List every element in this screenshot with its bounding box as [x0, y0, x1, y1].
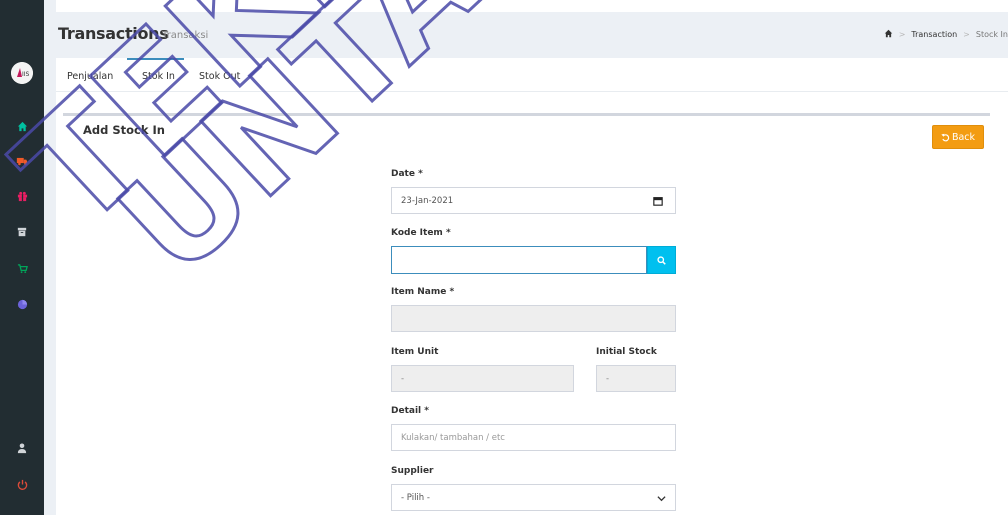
- supplier-selected: - Pilih -: [401, 492, 430, 503]
- item-unit-label: Item Unit: [391, 347, 439, 357]
- breadcrumb: > Transaction > Stock In: [884, 29, 1008, 40]
- kode-item-label: Kode Item *: [391, 228, 451, 238]
- tab-bar: Penjualan Stok In Stok Out: [56, 58, 1008, 92]
- kode-item-input[interactable]: [391, 246, 647, 274]
- cart-icon[interactable]: [14, 260, 30, 276]
- truck-icon[interactable]: [14, 152, 30, 168]
- undo-icon: [941, 133, 950, 141]
- archive-icon[interactable]: [14, 224, 30, 240]
- card-border: [63, 113, 990, 116]
- search-icon: [657, 255, 666, 265]
- card-title: Add Stock In: [83, 123, 165, 137]
- user-icon[interactable]: [14, 440, 30, 456]
- tab-stok-out[interactable]: Stok Out: [199, 71, 240, 82]
- item-name-input: [391, 305, 676, 332]
- content-header: Transactions Transaksi > Transaction > S…: [56, 12, 1008, 58]
- sidebar: IIS: [0, 0, 44, 515]
- detail-label: Detail *: [391, 406, 429, 416]
- breadcrumb-separator: >: [963, 30, 970, 39]
- detail-placeholder: Kulakan/ tambahan / etc: [401, 432, 505, 443]
- search-item-button[interactable]: [647, 246, 676, 274]
- page-title: Transactions: [58, 24, 169, 43]
- home-icon[interactable]: [14, 118, 30, 134]
- active-tab-indicator: [127, 58, 184, 60]
- item-unit-value: -: [401, 373, 405, 384]
- initial-stock-input: -: [596, 365, 676, 392]
- breadcrumb-item-stock-in: Stock In: [975, 30, 1008, 39]
- power-icon[interactable]: [14, 476, 30, 492]
- back-label: Back: [951, 131, 976, 143]
- detail-input[interactable]: Kulakan/ tambahan / etc: [391, 424, 676, 451]
- date-value: 23-Jan-2021: [401, 195, 454, 206]
- pie-chart-icon[interactable]: [14, 296, 30, 312]
- back-button[interactable]: Back: [932, 125, 984, 149]
- calendar-icon[interactable]: [653, 196, 663, 206]
- content-gutter: [44, 0, 56, 515]
- date-input[interactable]: 23-Jan-2021: [391, 187, 676, 214]
- breadcrumb-item-transaction[interactable]: Transaction: [911, 30, 957, 39]
- supplier-label: Supplier: [391, 466, 434, 476]
- breadcrumb-separator: >: [898, 30, 906, 39]
- supplier-select[interactable]: - Pilih -: [391, 484, 676, 511]
- app-logo[interactable]: IIS: [11, 62, 33, 84]
- date-label: Date *: [391, 169, 423, 179]
- logo-text: IIS: [22, 71, 30, 78]
- tab-stok-in[interactable]: Stok In: [142, 71, 175, 82]
- gift-icon[interactable]: [14, 188, 30, 204]
- page-subtitle: Transaksi: [162, 30, 209, 41]
- item-unit-input: -: [391, 365, 574, 392]
- tab-penjualan[interactable]: Penjualan: [67, 71, 113, 82]
- chevron-down-icon: [657, 496, 666, 502]
- logo-icon: IIS: [11, 62, 33, 84]
- initial-stock-label: Initial Stock: [596, 347, 657, 357]
- initial-stock-value: -: [606, 373, 610, 384]
- home-icon[interactable]: [884, 29, 893, 40]
- item-name-label: Item Name *: [391, 287, 455, 297]
